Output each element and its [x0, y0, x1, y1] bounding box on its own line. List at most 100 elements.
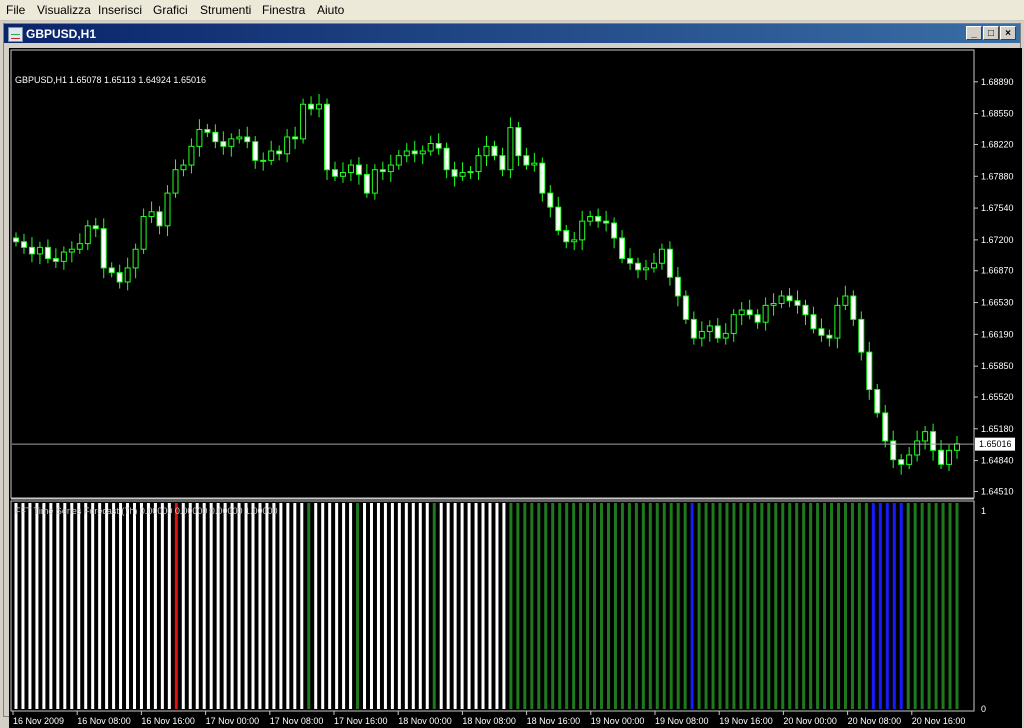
indicator-bar: [251, 503, 255, 709]
price-tick-label: 1.68550: [981, 109, 1014, 119]
indicator-bar: [356, 503, 360, 709]
indicator-bar: [349, 503, 353, 709]
candle-body: [650, 262, 657, 269]
window-titlebar[interactable]: GBPUSD,H1 _ □ ×: [4, 24, 1020, 43]
candle-body: [826, 334, 833, 339]
candle-body: [459, 172, 466, 177]
candle-body: [379, 169, 386, 173]
indicator-bar: [98, 503, 102, 709]
indicator-bar: [14, 503, 18, 709]
indicator-bar: [948, 503, 952, 709]
candle-body: [563, 230, 570, 243]
candle-body: [451, 169, 458, 177]
indicator-bar: [613, 503, 617, 709]
chart-info-symbol: GBPUSD,H1: [15, 75, 67, 85]
price-chart[interactable]: 1.68890 1.68550 1.68220 1.67880 1.67540 1.672…: [9, 48, 1022, 728]
indicator-bar: [404, 503, 408, 709]
candle-body: [347, 164, 354, 174]
candle-body: [666, 248, 673, 278]
indicator-bar: [920, 503, 924, 709]
candle-body: [84, 225, 91, 245]
indicator-bar: [669, 503, 673, 709]
indicator-bar: [753, 503, 757, 709]
menu-item-finestra[interactable]: Finestra: [262, 3, 305, 17]
price-tick-label: 1.66870: [981, 266, 1014, 276]
indicator-bar: [878, 503, 882, 709]
indicator-bar: [795, 503, 799, 709]
indicator-bar: [899, 503, 903, 709]
indicator-bar: [620, 503, 624, 709]
indicator-bar: [739, 503, 743, 709]
indicator-bar: [760, 503, 764, 709]
candle-body: [587, 215, 594, 222]
candle-body: [100, 228, 107, 269]
indicator-bar: [857, 503, 861, 709]
price-tick-label: 1.65520: [981, 392, 1014, 402]
candle-body: [834, 304, 841, 339]
candle-body: [387, 164, 394, 173]
indicator-bar: [544, 503, 548, 709]
candle-body: [92, 225, 99, 230]
candle-body: [603, 220, 610, 224]
indicator-bar: [335, 503, 339, 709]
candle-body: [403, 150, 410, 157]
candle-body: [164, 192, 171, 227]
price-tick-label: 1.67200: [981, 235, 1014, 245]
indicator-bar: [126, 503, 130, 709]
time-tick-label: 19 Nov 00:00: [591, 716, 645, 726]
candle-body: [794, 300, 801, 306]
indicator-bar: [63, 503, 67, 709]
candle-body: [276, 150, 283, 155]
candle-body: [13, 237, 19, 243]
price-tick-label: 1.68220: [981, 139, 1014, 149]
indicator-bar: [369, 503, 373, 709]
indicator-bar: [732, 503, 736, 709]
indicator-bar: [648, 503, 652, 709]
restore-button[interactable]: □: [983, 26, 999, 40]
menu-item-visualizza[interactable]: Visualizza: [37, 3, 91, 17]
candle-body: [132, 248, 139, 269]
menu-item-file[interactable]: File: [6, 3, 25, 17]
candle-body: [172, 169, 179, 194]
indicator-bar: [837, 503, 841, 709]
candle-body: [690, 318, 697, 339]
indicator-bar: [600, 503, 604, 709]
menu-item-strumenti[interactable]: Strumenti: [200, 3, 251, 17]
candle-body: [611, 222, 618, 239]
candle-body: [922, 431, 929, 442]
menu-item-grafici[interactable]: Grafici: [153, 3, 188, 17]
candle-body: [954, 443, 960, 451]
minimize-button[interactable]: _: [966, 26, 982, 40]
indicator-bar: [927, 503, 931, 709]
indicator-bar: [746, 503, 750, 709]
indicator-bar: [35, 503, 39, 709]
candle-body: [595, 215, 602, 222]
indicator-bar: [160, 503, 164, 709]
price-tick-label: 1.64510: [981, 486, 1014, 496]
candle-body: [507, 127, 514, 171]
indicator-bar: [237, 503, 241, 709]
close-button[interactable]: ×: [1000, 26, 1016, 40]
indicator-bar: [565, 503, 569, 709]
indicator-bar: [586, 503, 590, 709]
indicator-bar: [641, 503, 645, 709]
indicator-bar: [112, 503, 116, 709]
menu-bar: File Visualizza Inserisci Grafici Strumenti F…: [0, 0, 1024, 21]
price-tick-label: 1.67880: [981, 171, 1014, 181]
candle-body: [308, 103, 315, 110]
chart-info-values: 1.65078 1.65113 1.64924 1.65016: [69, 75, 206, 85]
indicator-bar: [42, 503, 46, 709]
indicator-scale-top: 1: [981, 506, 986, 516]
candle-body: [36, 246, 43, 255]
indicator-bar: [662, 503, 666, 709]
price-tick-label: 1.68890: [981, 77, 1014, 87]
indicator-bar: [28, 503, 32, 709]
candle-body: [52, 258, 59, 262]
candle-body: [642, 267, 649, 271]
menu-item-aiuto[interactable]: Aiuto: [317, 3, 344, 17]
indicator-bar: [383, 503, 387, 709]
indicator-bar: [481, 503, 485, 709]
candle-body: [706, 325, 713, 333]
menu-item-inserisci[interactable]: Inserisci: [98, 3, 142, 17]
candle-body: [411, 150, 418, 155]
